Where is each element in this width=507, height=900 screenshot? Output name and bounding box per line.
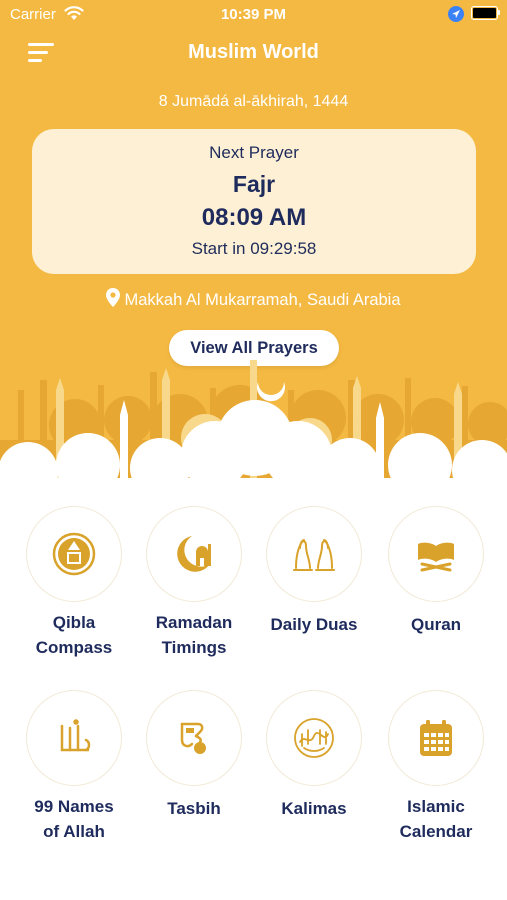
feature-label: Islamic Calendar bbox=[399, 797, 473, 841]
hijri-date: 8 Jumādá al-ākhirah, 1444 bbox=[158, 93, 349, 110]
next-prayer-card: Next Prayer Fajr 08:09 AM Start in 09:29… bbox=[32, 129, 476, 274]
next-prayer-label: Next Prayer bbox=[209, 143, 299, 162]
praying-hands-icon bbox=[293, 539, 335, 571]
feature-icon-circle bbox=[388, 506, 484, 602]
crescent-mosque-icon bbox=[177, 536, 211, 572]
feature-label: Daily Duas bbox=[270, 615, 358, 634]
feature-label: Ramadan Timings bbox=[155, 613, 233, 657]
location-services-icon bbox=[448, 6, 464, 22]
battery-tip bbox=[498, 10, 500, 15]
next-prayer-name: Fajr bbox=[232, 171, 276, 197]
qibla-compass-icon bbox=[52, 532, 96, 576]
feature-label: Quran bbox=[410, 615, 462, 634]
quran-book-icon bbox=[418, 542, 454, 572]
battery-icon bbox=[471, 6, 498, 20]
location-row[interactable]: Makkah Al Mukarramah, Saudi Arabia bbox=[0, 288, 507, 310]
feature-label: Qibla Compass bbox=[35, 613, 113, 657]
feature-icon-circle bbox=[266, 506, 362, 602]
calendar-icon bbox=[420, 720, 452, 756]
mosque-skyline-illustration bbox=[0, 360, 507, 500]
location-label: Makkah Al Mukarramah, Saudi Arabia bbox=[124, 291, 401, 309]
allah-calligraphy-icon bbox=[60, 719, 91, 752]
tasbih-counter-icon bbox=[180, 722, 206, 754]
feature-label: Tasbih bbox=[167, 799, 221, 818]
header-banner: Carrier 10:39 PM Muslim World 8 Jumādá a… bbox=[0, 0, 507, 500]
next-prayer-time: 08:09 AM bbox=[201, 204, 307, 231]
status-bar: Carrier 10:39 PM bbox=[0, 0, 507, 28]
feature-icon-circle bbox=[26, 690, 122, 786]
status-time: 10:39 PM bbox=[220, 6, 287, 23]
kalima-calligraphy-icon bbox=[294, 718, 334, 758]
feature-label: 99 Names of Allah bbox=[34, 797, 114, 841]
location-pin-icon bbox=[106, 288, 121, 307]
feature-icon-circle bbox=[146, 506, 242, 602]
feature-icon-circle bbox=[266, 690, 362, 786]
next-prayer-countdown: Start in 09:29:58 bbox=[191, 239, 317, 258]
feature-icon-circle bbox=[26, 506, 122, 602]
feature-icon-circle bbox=[146, 690, 242, 786]
feature-icon-circle bbox=[388, 690, 484, 786]
app-title: Muslim World bbox=[188, 41, 319, 63]
feature-label: Kalimas bbox=[281, 799, 347, 818]
